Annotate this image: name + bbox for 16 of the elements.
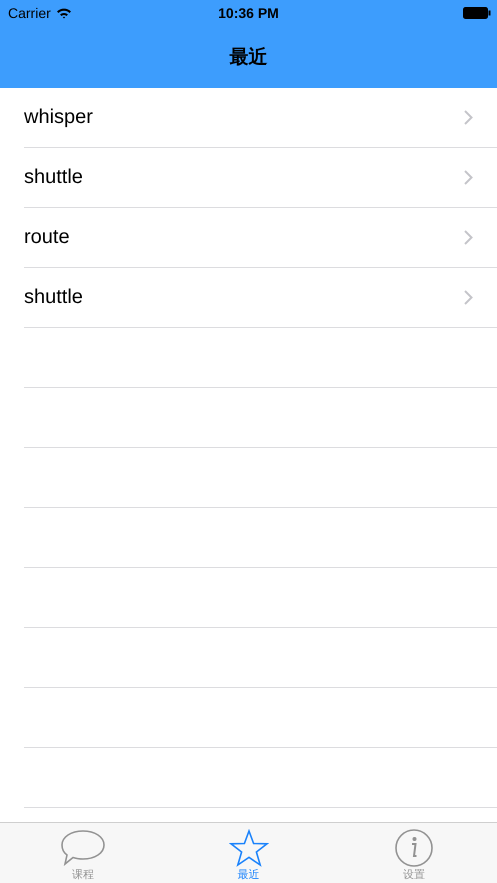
chevron-icon [464,230,473,245]
chevron-icon [464,170,473,185]
speech-bubble-icon [60,829,106,867]
list-row[interactable]: route [24,208,497,268]
battery-icon [463,7,491,19]
carrier-label: Carrier [8,5,51,21]
info-icon [394,829,434,867]
nav-title: 最近 [230,46,268,70]
wifi-icon [56,7,72,19]
chevron-icon [464,110,473,125]
list-row[interactable]: shuttle [24,148,497,208]
list-row[interactable]: shuttle [24,268,497,328]
list-row[interactable]: whisper [24,88,497,148]
chevron-icon [464,290,473,305]
status-time: 10:36 PM [218,5,279,21]
star-icon [228,829,268,867]
